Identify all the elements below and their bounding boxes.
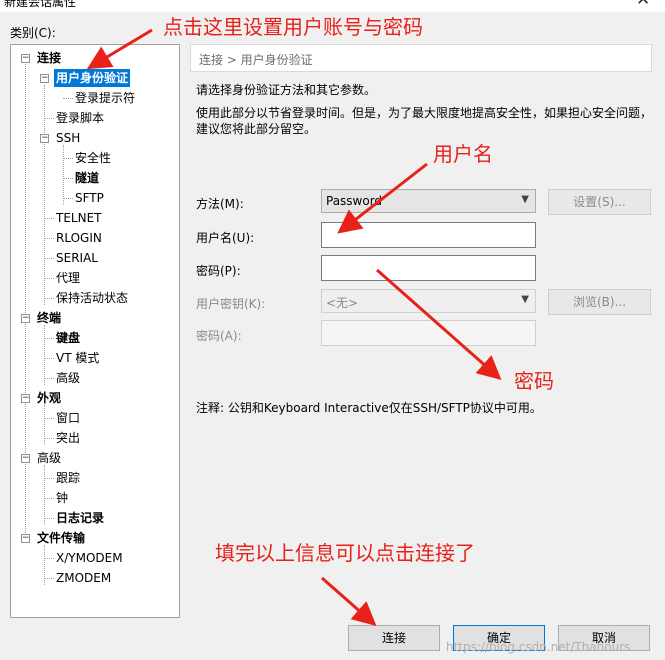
watermark: https://blog.csdn.net/Thanours: [446, 640, 631, 654]
annotation-top: 点击这里设置用户账号与密码: [163, 15, 423, 39]
annotation-username: 用户名: [433, 142, 493, 166]
annotation-bottom: 填完以上信息可以点击连接了: [215, 541, 475, 565]
annotation-password: 密码: [514, 369, 554, 393]
annotation-arrow-top: [86, 28, 153, 70]
annotation-arrow-password: [376, 268, 502, 380]
annotation-arrow-bottom: [321, 576, 377, 626]
annotation-arrow-username: [337, 162, 428, 234]
